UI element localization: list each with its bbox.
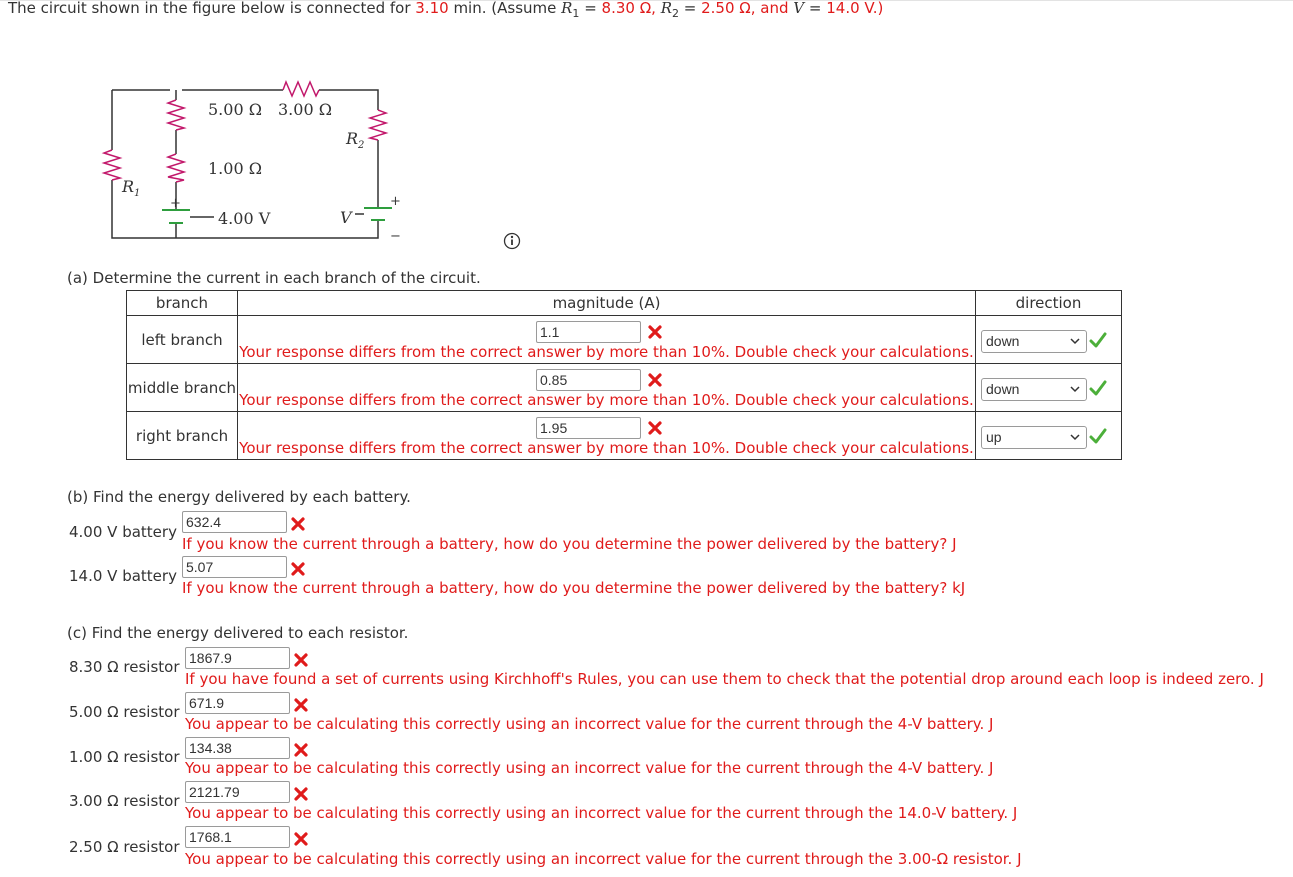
feedback-text: Your response differs from the correct a… <box>239 438 974 457</box>
question-text: The circuit shown in the figure below is… <box>8 0 884 20</box>
feedback-text: If you know the current through a batter… <box>182 579 966 597</box>
header-direction: direction <box>975 290 1122 316</box>
correct-check-icon <box>1089 332 1107 348</box>
energy-input[interactable]: 671.9 <box>185 692 290 714</box>
feedback-text: Your response differs from the correct a… <box>239 342 974 361</box>
answer-label: 2.50 Ω resistor <box>69 838 180 856</box>
feedback-text: If you know the current through a batter… <box>182 535 957 553</box>
feedback-text: You appear to be calculating this correc… <box>185 715 994 733</box>
magnitude-cell: 1.1 Your response differs from the corre… <box>237 315 976 364</box>
table-row: left branch 1.1 Your response differs fr… <box>126 315 1122 364</box>
table-row: middle branch 0.85 Your response differs… <box>126 363 1122 412</box>
direction-cell: down <box>975 315 1122 364</box>
feedback-text: You appear to be calculating this correc… <box>185 759 994 777</box>
correct-check-icon <box>1089 428 1107 444</box>
answer-label: 4.00 V battery <box>69 523 177 541</box>
energy-input[interactable]: 2121.79 <box>185 781 290 803</box>
plus-sign-right: + <box>390 194 401 209</box>
chevron-down-icon <box>1070 386 1080 393</box>
magnitude-input[interactable]: 1.1 <box>536 320 641 343</box>
branch-name: right branch <box>126 411 238 460</box>
incorrect-x-icon <box>294 743 308 757</box>
header-magnitude: magnitude (A) <box>237 290 976 316</box>
table-row: right branch 1.95 Your response differs … <box>126 411 1122 460</box>
energy-input[interactable]: 1867.9 <box>185 647 290 669</box>
info-icon[interactable] <box>503 232 521 250</box>
incorrect-x-icon <box>294 787 308 801</box>
chevron-down-icon <box>1070 338 1080 345</box>
direction-select[interactable]: up <box>981 426 1087 449</box>
answer-label: 5.00 Ω resistor <box>69 703 180 721</box>
direction-cell: down <box>975 363 1122 412</box>
magnitude-cell: 0.85 Your response differs from the corr… <box>237 363 976 412</box>
label-5ohm: 5.00 Ω <box>208 100 262 119</box>
label-v: V <box>340 208 353 227</box>
correct-check-icon <box>1089 380 1107 396</box>
feedback-text: If you have found a set of currents usin… <box>185 670 1264 688</box>
feedback-text: You appear to be calculating this correc… <box>185 804 1018 822</box>
answer-label: 8.30 Ω resistor <box>69 658 180 676</box>
incorrect-x-icon <box>291 517 305 531</box>
incorrect-x-icon <box>294 698 308 712</box>
direction-cell: up <box>975 411 1122 460</box>
incorrect-x-icon <box>291 562 305 576</box>
energy-input[interactable]: 134.38 <box>185 737 290 759</box>
energy-input[interactable]: 1768.1 <box>185 826 290 848</box>
magnitude-input[interactable]: 1.95 <box>536 416 641 439</box>
energy-input[interactable]: 5.07 <box>182 556 287 578</box>
incorrect-x-icon <box>294 653 308 667</box>
plus-sign-left: + <box>170 196 181 211</box>
label-1ohm: 1.00 Ω <box>208 159 262 178</box>
label-4v: 4.00 V <box>218 209 271 228</box>
header-branch: branch <box>126 290 238 316</box>
label-r1: R1 <box>121 177 140 199</box>
chevron-down-icon <box>1070 434 1080 441</box>
branch-name: middle branch <box>126 363 238 412</box>
magnitude-cell: 1.95 Your response differs from the corr… <box>237 411 976 460</box>
incorrect-x-icon <box>294 832 308 846</box>
incorrect-x-icon <box>648 372 662 387</box>
incorrect-x-icon <box>648 420 662 435</box>
feedback-text: Your response differs from the correct a… <box>239 390 974 409</box>
label-r2: R2 <box>345 129 364 151</box>
branch-table: branch magnitude (A) direction left bran… <box>126 290 1122 460</box>
direction-select[interactable]: down <box>981 378 1087 401</box>
part-b-title: (b) Find the energy delivered by each ba… <box>67 488 411 506</box>
answer-label: 3.00 Ω resistor <box>69 792 180 810</box>
answer-label: 14.0 V battery <box>69 567 177 585</box>
label-3ohm: 3.00 Ω <box>278 100 332 119</box>
energy-input[interactable]: 632.4 <box>182 511 287 533</box>
branch-name: left branch <box>126 315 238 364</box>
direction-select[interactable]: down <box>981 330 1087 353</box>
answer-label: 1.00 Ω resistor <box>69 748 180 766</box>
feedback-text: You appear to be calculating this correc… <box>185 850 1022 868</box>
circuit-diagram: 5.00 Ω 3.00 Ω 1.00 Ω 4.00 V R1 R2 V + + … <box>101 79 401 244</box>
magnitude-input[interactable]: 0.85 <box>536 368 641 391</box>
top-resistor-zigzag <box>282 79 320 98</box>
incorrect-x-icon <box>648 324 662 339</box>
minus-sign-right: − <box>390 229 401 244</box>
part-a-title: (a) Determine the current in each branch… <box>67 269 481 287</box>
part-c-title: (c) Find the energy delivered to each re… <box>67 624 409 642</box>
